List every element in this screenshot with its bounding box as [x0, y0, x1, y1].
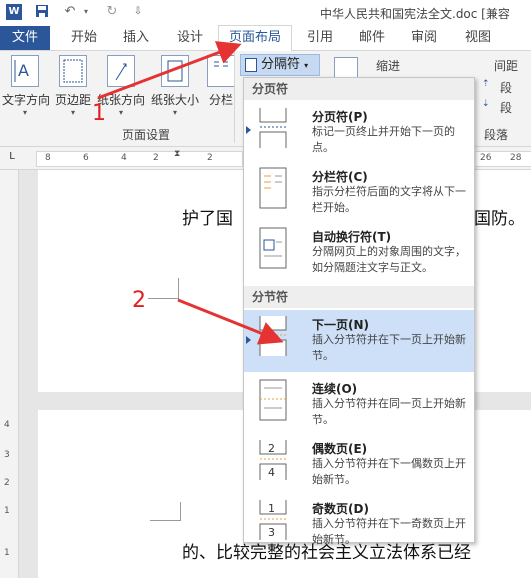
annotation-arrow-1: [97, 41, 242, 100]
annotation-arrow-2: [177, 298, 284, 345]
annotation-step-2: 2: [132, 288, 146, 313]
annotation-overlay: [97, 41, 284, 345]
annotation-step-1: 1: [92, 101, 106, 126]
